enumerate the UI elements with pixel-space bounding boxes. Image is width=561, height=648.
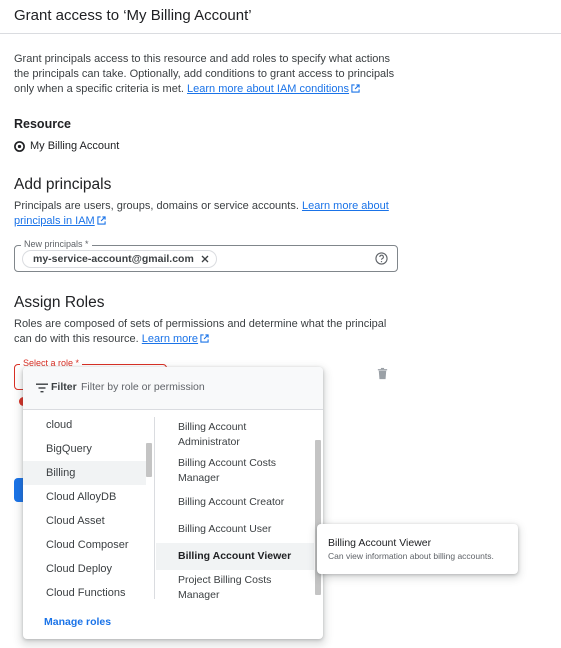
assign-roles-desc: Roles are composed of sets of permission…	[14, 317, 398, 347]
filter-label: Filter	[51, 381, 77, 393]
category-list: cloud BigQuery Billing Cloud AlloyDB Clo…	[23, 413, 154, 599]
category-item-cloud[interactable]: cloud	[23, 413, 154, 437]
filter-icon	[36, 383, 48, 393]
resource-heading: Resource	[14, 117, 71, 131]
category-item-bigquery[interactable]: BigQuery	[23, 437, 154, 461]
panel-title: Grant access to ‘My Billing Account’	[14, 7, 252, 24]
add-principals-desc: Principals are users, groups, domains or…	[14, 199, 398, 229]
billing-account-icon	[14, 140, 25, 152]
external-link-icon	[97, 216, 106, 225]
role-item-billing-account-costs-manager[interactable]: Billing Account Costs Manager	[156, 453, 314, 489]
new-principals-label: New principals *	[21, 239, 92, 250]
role-item-billing-account-creator[interactable]: Billing Account Creator	[156, 489, 314, 516]
external-link-icon	[351, 84, 360, 93]
learn-iam-conditions-label: Learn more about IAM conditions	[187, 83, 350, 95]
role-item-billing-account-viewer[interactable]: Billing Account Viewer	[156, 543, 314, 570]
help-icon[interactable]	[375, 252, 388, 265]
category-item-cloud-deploy[interactable]: Cloud Deploy	[23, 557, 154, 581]
role-tooltip: Billing Account Viewer Can view informat…	[317, 524, 518, 574]
role-item-billing-account-administrator[interactable]: Billing Account Administrator	[156, 417, 314, 453]
category-item-billing[interactable]: Billing	[23, 461, 146, 485]
resource-name: My Billing Account	[30, 140, 120, 152]
role-item-project-billing-costs-manager[interactable]: Project Billing Costs Manager	[156, 570, 314, 601]
remove-chip-icon[interactable]	[199, 253, 211, 265]
role-picker-dropdown: Filter Filter by role or permission clou…	[23, 367, 323, 639]
manage-roles-link[interactable]: Manage roles	[44, 616, 111, 628]
assign-roles-heading: Assign Roles	[14, 294, 105, 311]
category-item-cloud-composer[interactable]: Cloud Composer	[23, 533, 154, 557]
category-item-cloud-alloydb[interactable]: Cloud AlloyDB	[23, 485, 154, 509]
learn-more-link[interactable]: Learn more	[142, 333, 209, 345]
learn-iam-conditions-link[interactable]: Learn more about IAM conditions	[187, 83, 360, 95]
filter-input[interactable]: Filter by role or permission	[81, 381, 205, 393]
role-item-billing-account-user[interactable]: Billing Account User	[156, 516, 314, 543]
external-link-icon	[200, 334, 209, 343]
category-item-cloud-asset[interactable]: Cloud Asset	[23, 509, 154, 533]
add-principals-heading: Add principals	[14, 176, 112, 193]
category-scrollbar[interactable]	[146, 443, 152, 477]
role-list: Billing Account Administrator Billing Ac…	[156, 417, 314, 601]
panel-header: Grant access to ‘My Billing Account’	[0, 0, 561, 34]
column-divider	[154, 417, 155, 599]
add-principals-description: Principals are users, groups, domains or…	[14, 200, 299, 212]
tooltip-title: Billing Account Viewer	[328, 537, 432, 549]
delete-role-icon[interactable]	[376, 367, 389, 380]
learn-more-label: Learn more	[141, 333, 199, 345]
principal-chip-label: my-service-account@gmail.com	[33, 253, 194, 265]
category-item-cloud-functions[interactable]: Cloud Functions	[23, 581, 154, 599]
intro-text: Grant principals access to this resource…	[14, 52, 404, 97]
tooltip-desc: Can view information about billing accou…	[328, 551, 494, 561]
new-principals-field[interactable]: New principals * my-service-account@gmai…	[14, 239, 398, 272]
principal-chip: my-service-account@gmail.com	[22, 250, 217, 268]
resource-row: My Billing Account	[14, 140, 119, 152]
filter-bar[interactable]: Filter Filter by role or permission	[23, 367, 323, 410]
